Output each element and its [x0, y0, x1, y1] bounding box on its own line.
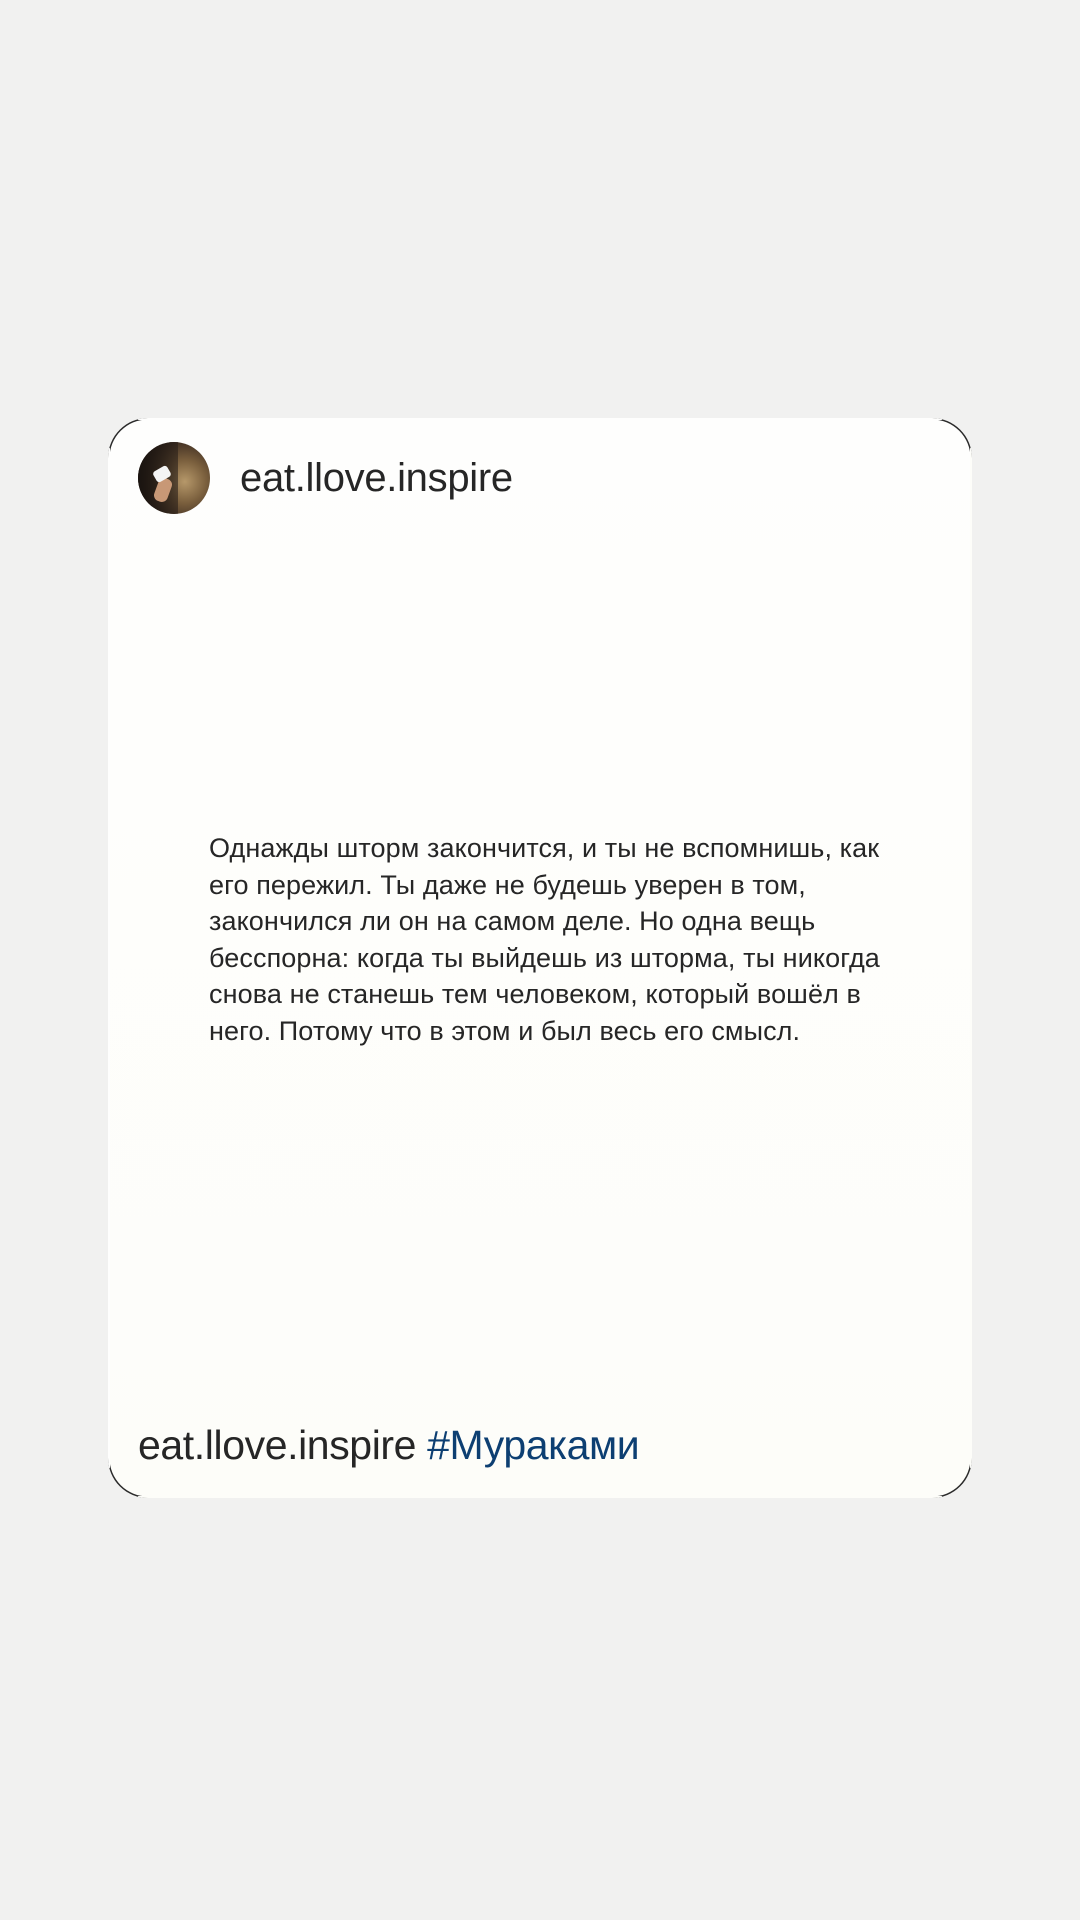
post-footer: eat.llove.inspire #Мураками: [138, 1422, 640, 1469]
post-header: eat.llove.inspire: [138, 442, 513, 514]
post-quote: Однажды шторм закончится, и ты не вспомн…: [209, 833, 880, 1046]
footer-username[interactable]: eat.llove.inspire: [138, 1422, 416, 1468]
hashtag-link[interactable]: #Мураками: [427, 1422, 640, 1468]
post-username[interactable]: eat.llove.inspire: [240, 456, 513, 501]
post-card: eat.llove.inspire Однажды шторм закончит…: [108, 418, 972, 1498]
avatar[interactable]: [138, 442, 210, 514]
